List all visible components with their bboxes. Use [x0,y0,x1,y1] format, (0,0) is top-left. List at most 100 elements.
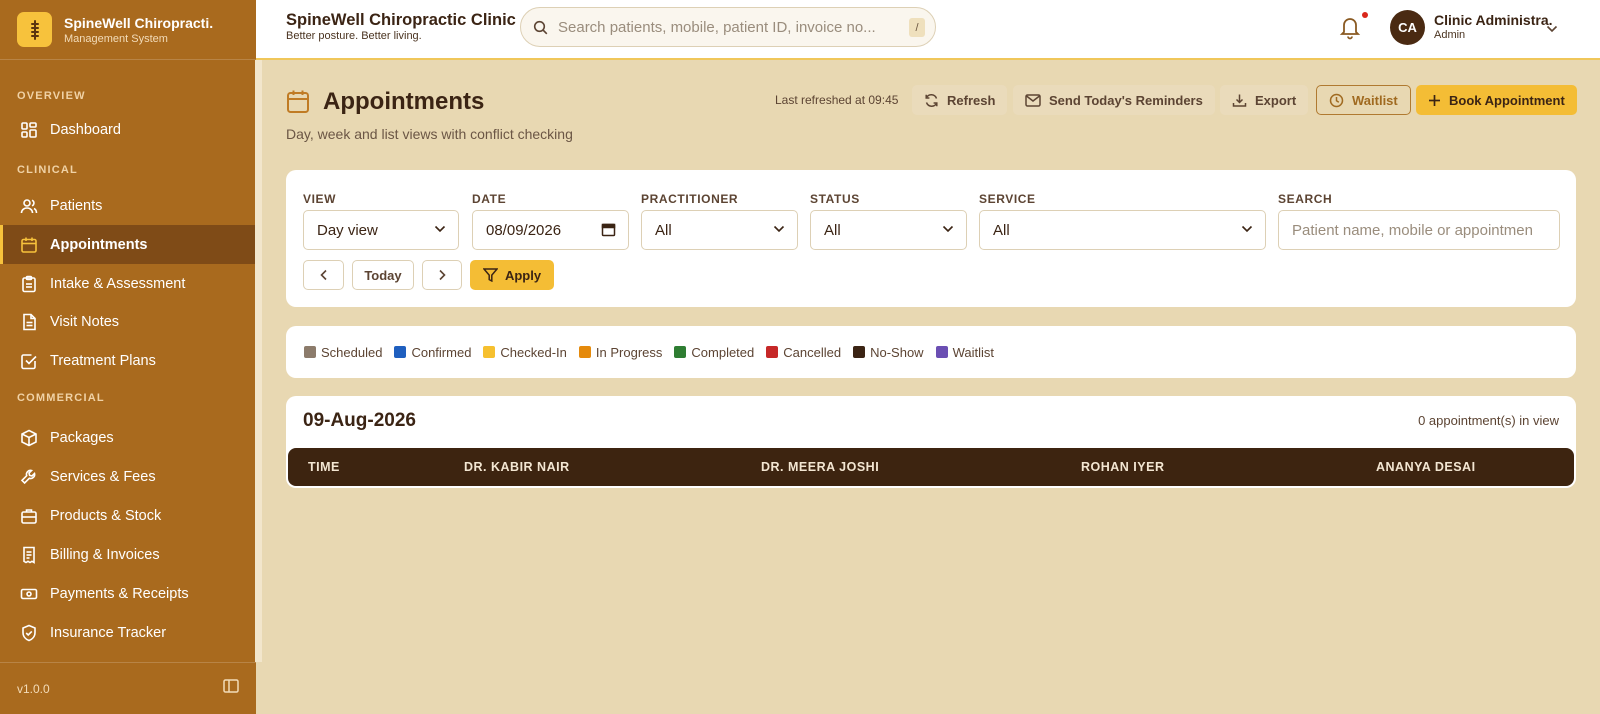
page-title: Appointments [323,88,485,115]
date-filter-label: DATE [472,192,507,206]
brand-title: SpineWell Chiropracti. [64,14,214,31]
filter-panel: VIEW Day view DATE 08/09/2026 PRACTITION… [286,170,1576,307]
appointment-count: 0 appointment(s) in view [1418,413,1559,428]
sidebar-item-intake[interactable]: Intake & Assessment [0,264,256,303]
service-select-value: All [993,221,1010,239]
nav-section-clinical: CLINICAL [17,164,78,176]
refresh-icon [925,93,938,107]
collapse-sidebar-icon[interactable] [223,679,239,698]
nav-section-commercial: COMMERCIAL [17,392,105,404]
sidebar-item-billing[interactable]: Billing & Invoices [0,535,256,574]
dashboard-icon [21,121,37,138]
status-filter-label: STATUS [810,192,860,206]
send-reminders-button[interactable]: Send Today's Reminders [1013,85,1215,115]
sidebar-item-treatment-plans[interactable]: Treatment Plans [0,341,256,380]
next-day-button[interactable] [422,260,462,290]
apply-label: Apply [504,267,542,283]
search-filter-label: SEARCH [1278,192,1333,206]
legend-in-progress: In Progress [578,345,662,360]
chevron-down-icon [434,225,446,233]
sidebar-footer: v1.0.0 [0,662,256,714]
sidebar-item-dashboard[interactable]: Dashboard [0,110,256,149]
legend-no-show: No-Show [853,345,924,360]
user-name[interactable]: Clinic Administra. [1434,12,1553,28]
page-subtitle: Day, week and list views with conflict c… [286,126,573,142]
legend-confirmed: Confirmed [394,345,471,360]
column-header-ananya-desai: ANANYA DESAI [1376,460,1476,474]
chevron-down-icon [773,225,785,233]
sidebar-item-visit-notes[interactable]: Visit Notes [0,302,256,341]
search-shortcut-key: / [909,18,925,37]
column-header-meera-joshi: DR. MEERA JOSHI [761,460,880,474]
refresh-label: Refresh [947,92,996,108]
chevron-down-icon [1241,225,1253,233]
file-text-icon [23,313,36,330]
shield-icon [22,624,36,641]
avatar[interactable]: CA [1390,10,1425,45]
legend-cancelled: Cancelled [766,345,841,360]
calendar-icon [286,89,310,120]
chevron-down-icon[interactable] [1546,20,1558,38]
apply-filters-button[interactable]: Apply [470,260,554,290]
sidebar-item-insurance[interactable]: Insurance Tracker [0,613,256,652]
sidebar-item-label: Intake & Assessment [50,275,186,292]
schedule-table-header: TIME DR. KABIR NAIR DR. MEERA JOSHI ROHA… [288,448,1574,486]
search-icon [533,20,548,34]
calendar-picker-icon[interactable] [601,222,616,237]
status-select[interactable]: All [810,210,967,250]
brand-subtitle: Management System [64,32,168,45]
legend-completed: Completed [674,345,754,360]
sidebar-item-label: Payments & Receipts [50,585,189,602]
sidebar: SpineWell Chiropracti. Management System… [0,0,256,714]
view-select[interactable]: Day view [303,210,459,250]
global-search-input[interactable]: Search patients, mobile, patient ID, inv… [520,7,936,47]
waitlist-label: Waitlist [1352,92,1398,108]
waitlist-button[interactable]: Waitlist [1316,85,1411,115]
status-select-value: All [824,221,841,239]
previous-day-button[interactable] [303,260,344,290]
export-label: Export [1255,92,1297,108]
column-header-rohan-iyer: ROHAN IYER [1081,460,1165,474]
column-header-time: TIME [308,460,340,474]
schedule-date: 09-Aug-2026 [303,410,416,431]
sidebar-item-packages[interactable]: Packages [0,418,256,457]
service-select[interactable]: All [979,210,1266,250]
package-icon [21,429,37,446]
plus-icon [1429,94,1440,106]
refresh-button[interactable]: Refresh [912,85,1008,115]
export-button[interactable]: Export [1220,85,1309,115]
sidebar-item-label: Billing & Invoices [50,546,160,563]
sidebar-item-appointments[interactable]: Appointments [0,225,256,264]
users-icon [20,198,38,213]
receipt-icon [23,546,35,564]
view-filter-label: VIEW [303,192,337,206]
sidebar-item-label: Appointments [50,236,148,253]
column-header-kabir-nair: DR. KABIR NAIR [464,460,570,474]
sidebar-item-label: Dashboard [50,121,121,138]
book-appointment-button[interactable]: Book Appointment [1416,85,1577,115]
user-role: Admin [1434,29,1466,41]
date-input[interactable]: 08/09/2026 [472,210,629,250]
day-schedule: 09-Aug-2026 0 appointment(s) in view TIM… [286,396,1576,488]
sidebar-item-products-stock[interactable]: Products & Stock [0,496,256,535]
clinic-tagline: Better posture. Better living. [286,30,422,42]
sidebar-item-label: Services & Fees [50,468,156,485]
sidebar-item-payments[interactable]: Payments & Receipts [0,574,256,613]
brand[interactable]: SpineWell Chiropracti. Management System [0,0,256,60]
status-legend: Scheduled Confirmed Checked-In In Progre… [286,326,1576,378]
last-refreshed-text: Last refreshed at 09:45 [775,93,899,107]
sidebar-item-patients[interactable]: Patients [0,186,256,225]
spine-logo-icon [17,12,52,47]
sidebar-item-label: Packages [50,429,114,446]
check-square-icon [21,353,37,369]
search-placeholder: Search patients, mobile, patient ID, inv… [558,18,876,36]
app-version: v1.0.0 [17,681,50,696]
practitioner-select[interactable]: All [641,210,798,250]
sidebar-item-label: Treatment Plans [50,352,156,369]
sidebar-item-services-fees[interactable]: Services & Fees [0,457,256,496]
chevron-down-icon [942,225,954,233]
appointment-search-input[interactable]: Patient name, mobile or appointmen [1278,210,1560,250]
today-button[interactable]: Today [352,260,414,290]
notifications-bell-icon[interactable] [1338,14,1362,45]
calendar-icon [21,237,37,253]
